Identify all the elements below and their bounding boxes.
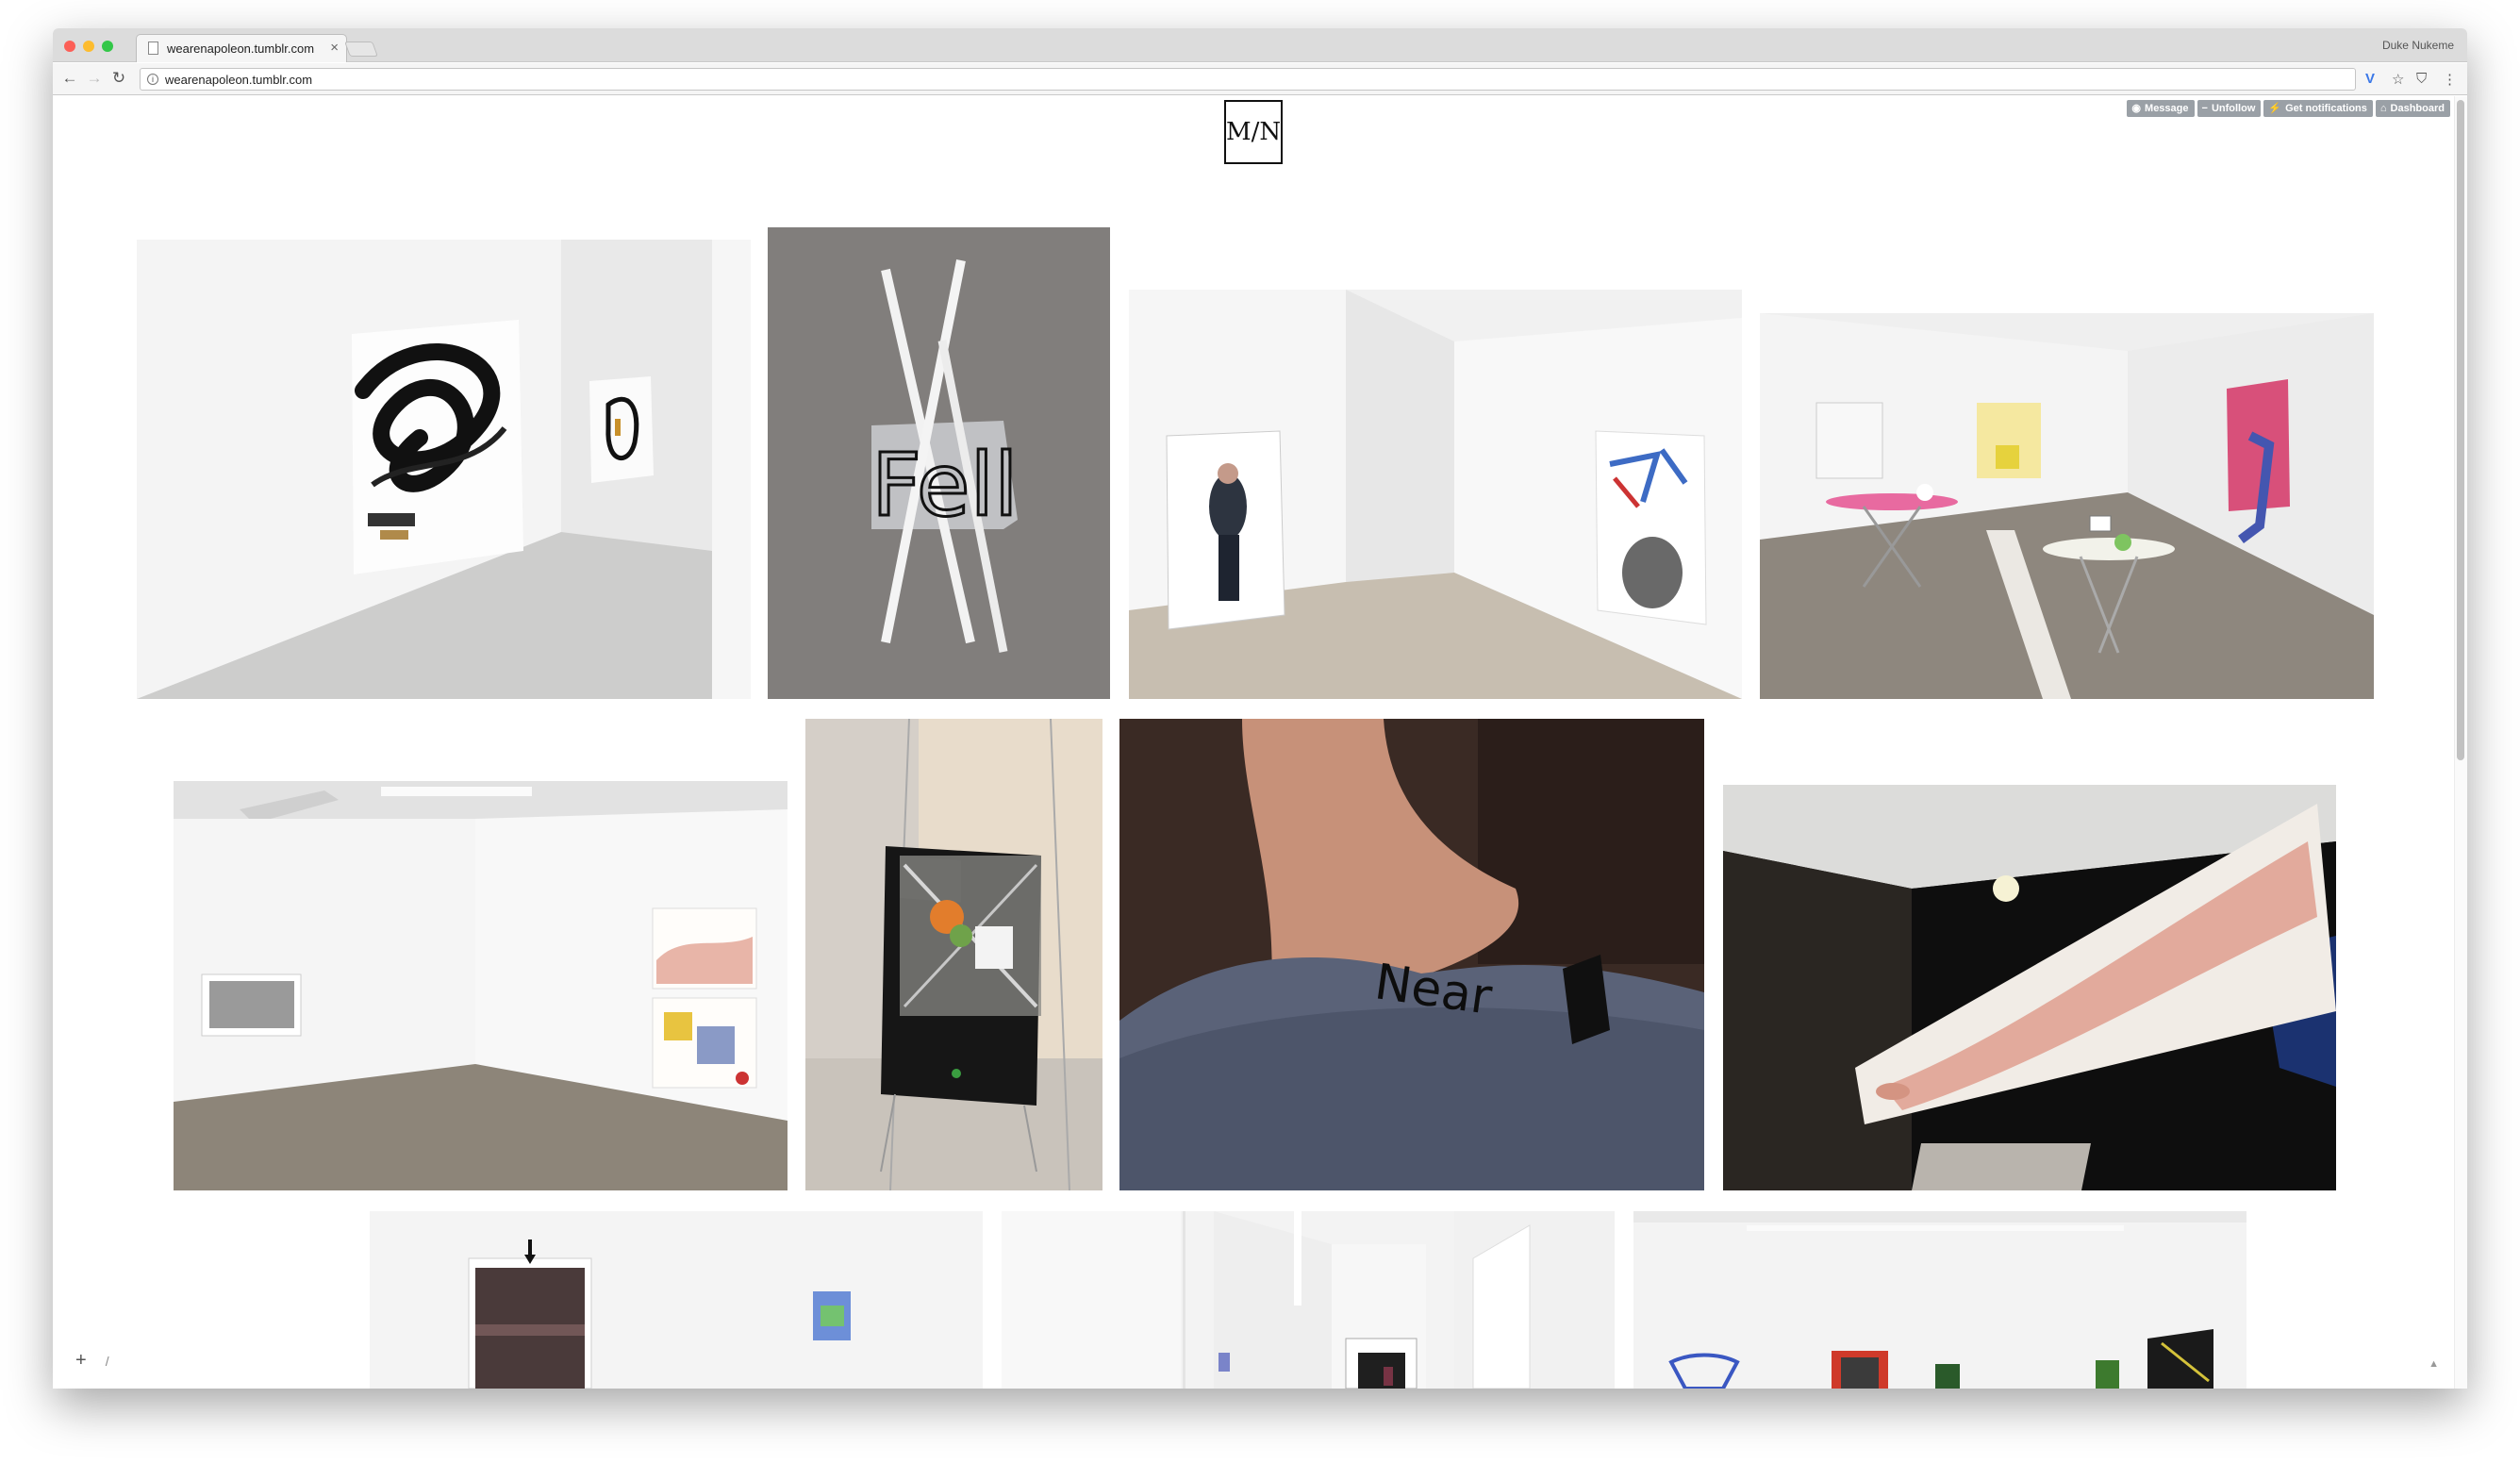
footer-controls: + / (75, 1350, 109, 1372)
post-image-near-neck[interactable]: Near (1119, 719, 1704, 1190)
post-image-gallery-blue-structure[interactable] (1633, 1211, 2246, 1389)
site-logo[interactable]: M/N (1224, 100, 1283, 164)
address-bar[interactable]: i wearenapoleon.tumblr.com (140, 68, 2356, 91)
scrollbar-thumb[interactable] (2457, 100, 2464, 760)
shield-extension-icon[interactable]: ⛉ (2416, 71, 2427, 87)
reload-button[interactable]: ↻ (109, 69, 128, 88)
back-button[interactable]: ← (60, 69, 79, 88)
post-image-gallery-ironing-boards[interactable] (1760, 313, 2374, 699)
tumblr-controls: ◉ Message − Unfollow ⚡ Get notifications ⌂ D… (2127, 100, 2450, 117)
new-tab-button[interactable] (344, 42, 378, 57)
tab-close-icon[interactable]: × (330, 40, 339, 56)
minus-icon: − (2201, 103, 2208, 114)
post-image-gallery-scribble[interactable] (137, 240, 751, 699)
message-button[interactable]: ◉ Message (2127, 100, 2195, 117)
page-icon (148, 42, 158, 55)
unfollow-button[interactable]: − Unfollow (2197, 100, 2262, 117)
profile-name[interactable]: Duke Nukeme (2382, 39, 2454, 52)
browser-toolbar: ← → ↻ i wearenapoleon.tumblr.com V ☆ ⛉ ⋮ (53, 63, 2467, 95)
browser-tab[interactable]: wearenapoleon.tumblr.com × (136, 34, 347, 62)
fell-text: Fell (871, 435, 1019, 536)
close-window-button[interactable] (64, 41, 75, 52)
site-info-icon[interactable]: i (147, 74, 158, 85)
slash-separator: / (105, 1354, 109, 1369)
bolt-icon: ⚡ (2268, 103, 2282, 114)
post-image-gallery-man-painting[interactable] (1129, 290, 1742, 699)
bookmark-star-icon[interactable]: ☆ (2392, 71, 2404, 88)
forward-button[interactable]: → (85, 69, 104, 88)
extension-icon[interactable]: V (2365, 71, 2375, 87)
post-image-white-corridor[interactable] (1002, 1211, 1615, 1389)
browser-window: wearenapoleon.tumblr.com × Duke Nukeme ←… (53, 28, 2467, 1389)
tab-title: wearenapoleon.tumblr.com (167, 42, 315, 56)
get-notifications-button[interactable]: ⚡ Get notifications (2263, 100, 2373, 117)
browser-menu-icon[interactable]: ⋮ (2443, 71, 2457, 88)
title-bar: wearenapoleon.tumblr.com × Duke Nukeme (53, 28, 2467, 62)
vertical-scrollbar[interactable] (2454, 96, 2467, 1389)
post-image-gallery-dark-panel[interactable] (370, 1211, 983, 1389)
plus-icon[interactable]: + (75, 1350, 87, 1371)
maximize-window-button[interactable] (102, 41, 113, 52)
url-text[interactable]: wearenapoleon.tumblr.com (165, 73, 312, 87)
scroll-to-top-icon[interactable]: ▲ (2429, 1358, 2439, 1370)
message-icon: ◉ (2131, 103, 2142, 114)
post-image-fell-sculpture[interactable]: Fell (768, 227, 1110, 699)
post-image-gallery-landscapes[interactable] (174, 781, 788, 1190)
page-content: M/N ◉ Message − Unfollow ⚡ Get notification… (53, 96, 2467, 1389)
home-icon: ⌂ (2379, 103, 2387, 114)
minimize-window-button[interactable] (83, 41, 94, 52)
post-image-dark-room-hand[interactable] (1723, 785, 2336, 1190)
dashboard-button[interactable]: ⌂ Dashboard (2375, 100, 2450, 117)
post-image-hanging-textile[interactable] (805, 719, 1102, 1190)
